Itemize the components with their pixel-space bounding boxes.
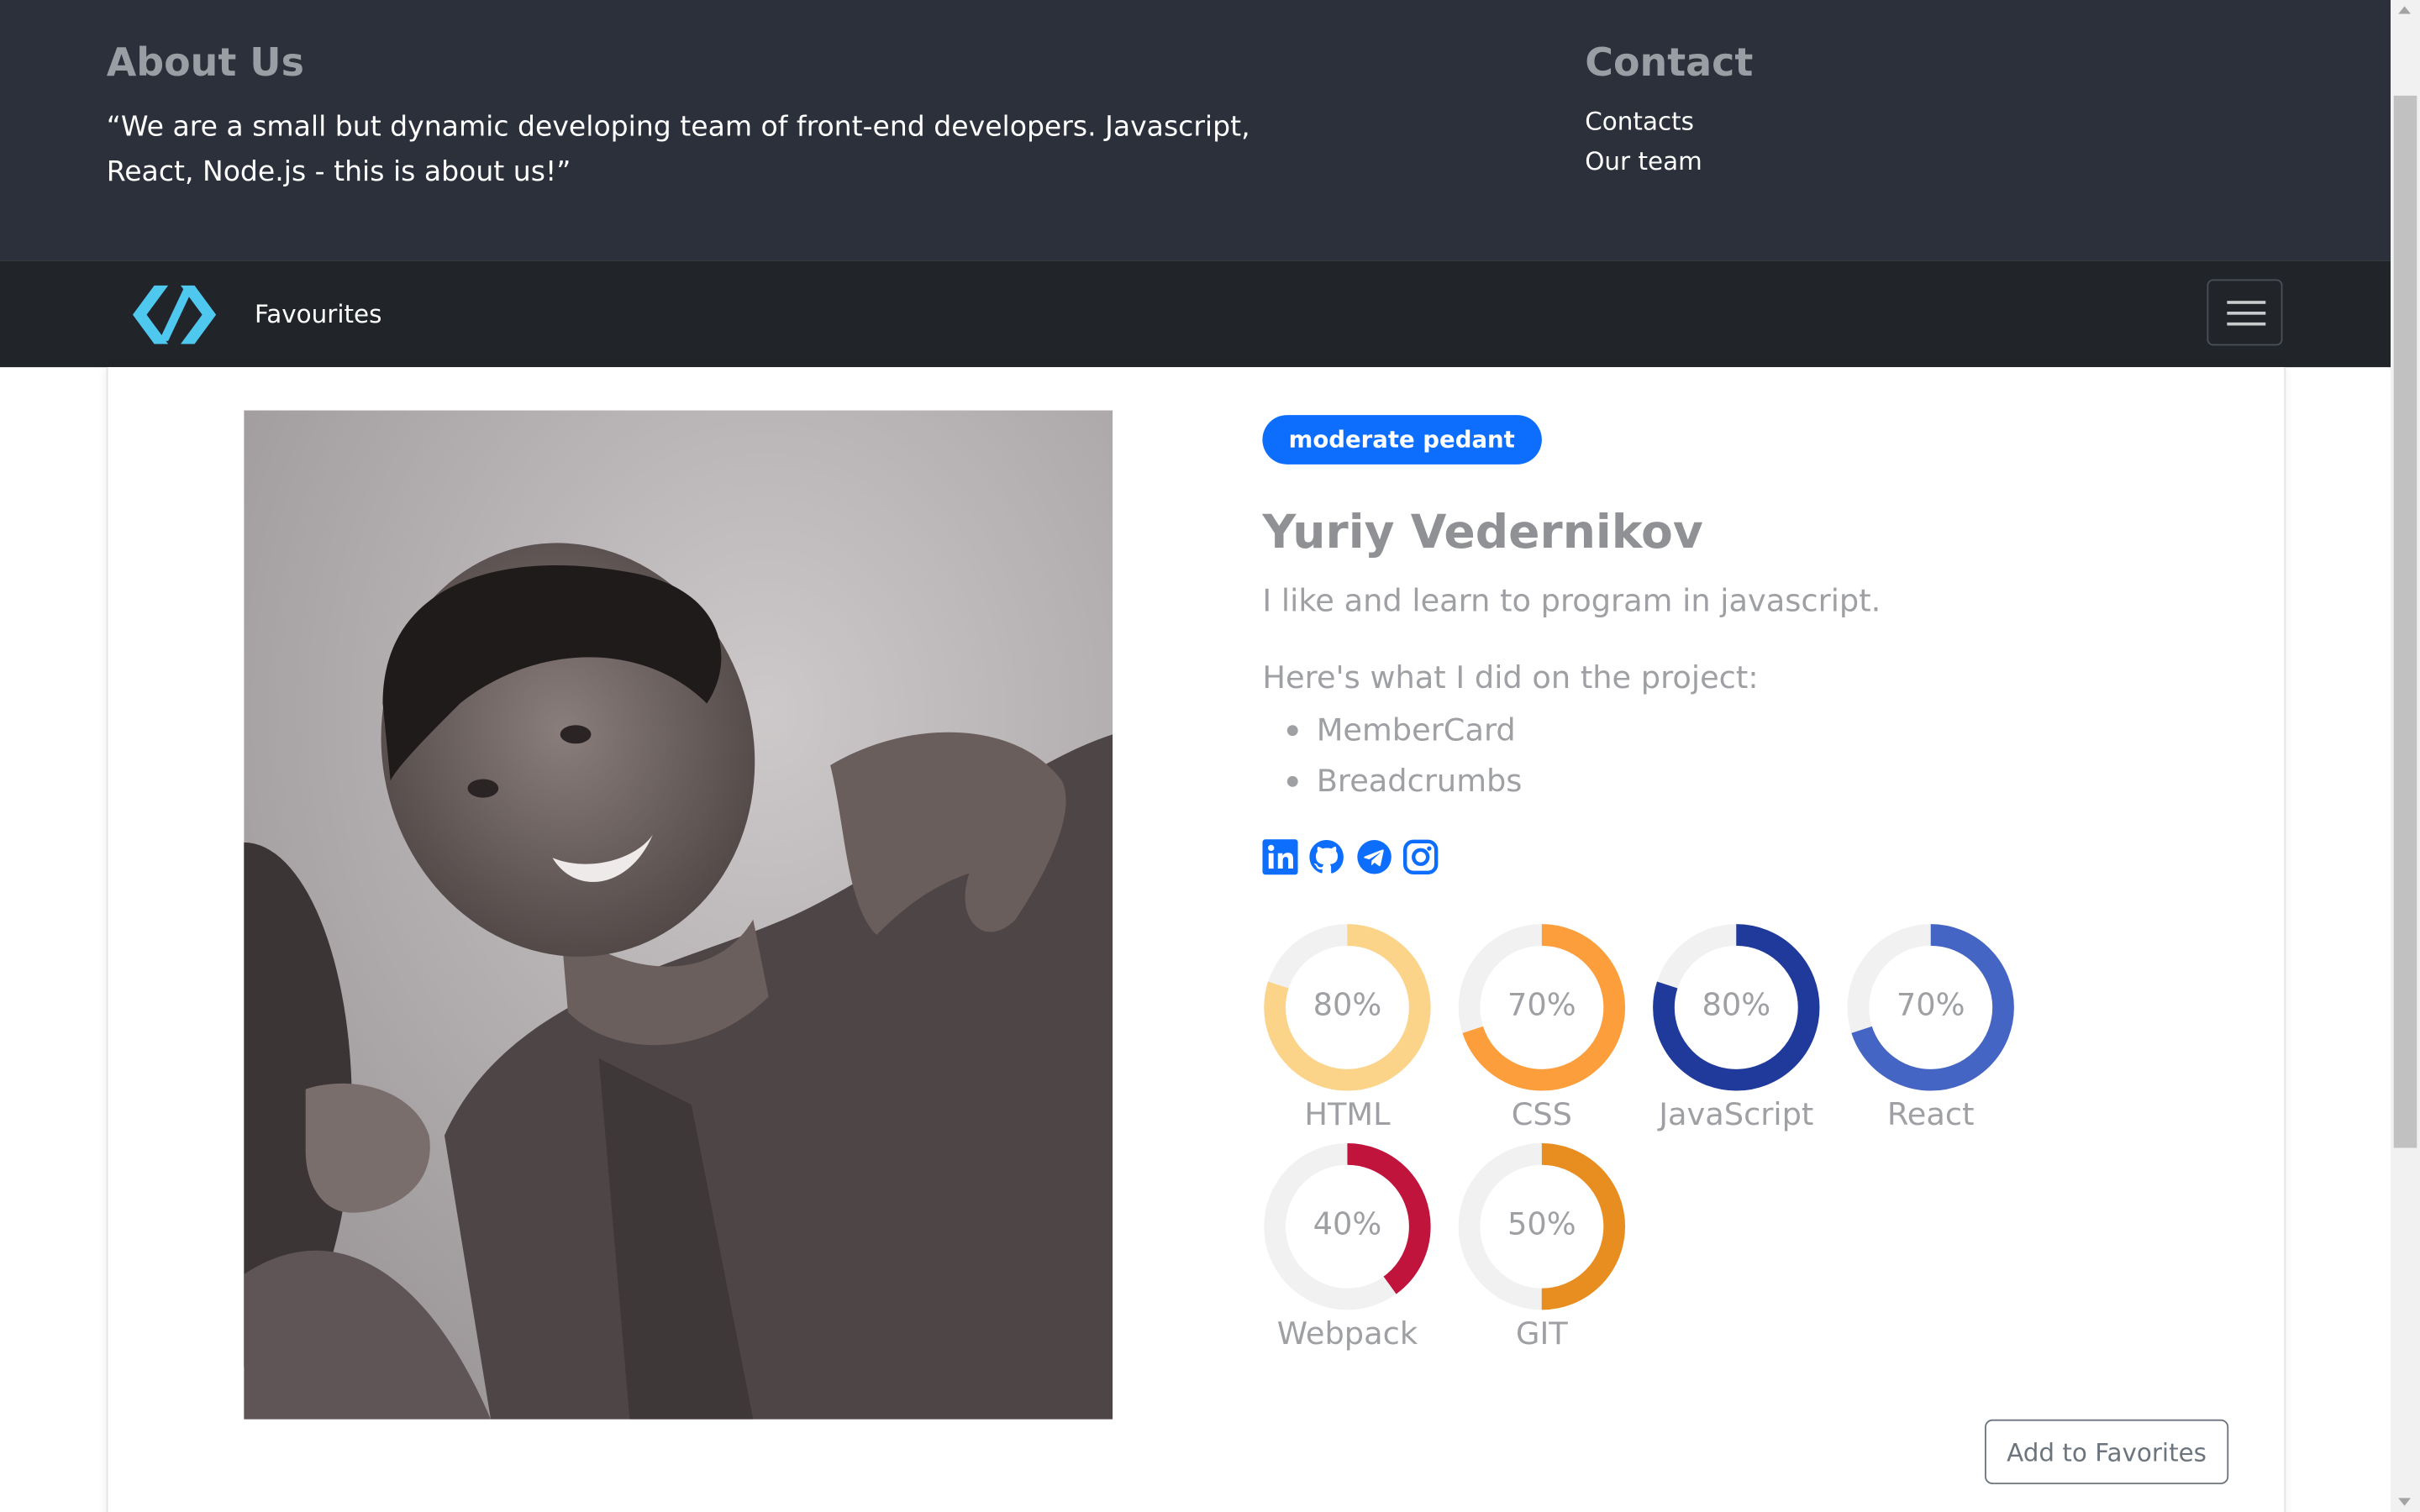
skill-label: JavaScript	[1659, 1095, 1814, 1133]
list-item: MemberCard	[1262, 706, 1522, 758]
scroll-up-arrow-icon[interactable]	[2398, 6, 2411, 14]
skill-percent: 70%	[1507, 985, 1576, 1023]
navbar-toggler-button[interactable]	[2207, 279, 2283, 346]
skill-webpack: 40% Webpack	[1247, 1142, 1448, 1357]
favourites-nav-link[interactable]: Favourites	[255, 299, 381, 328]
skill-percent: 70%	[1896, 985, 1965, 1023]
scroll-down-arrow-icon[interactable]	[2398, 1498, 2411, 1506]
project-list: MemberCard Breadcrumbs	[1262, 706, 1522, 808]
skill-label: HTML	[1304, 1095, 1391, 1133]
skill-react: 70% React	[1830, 922, 2031, 1138]
status-badge: moderate pedant	[1262, 415, 1542, 465]
skill-percent: 40%	[1313, 1205, 1382, 1242]
skill-label: React	[1886, 1095, 1975, 1133]
member-name: Yuriy Vedernikov	[1262, 506, 1703, 560]
our-team-link[interactable]: Our team	[1585, 146, 1702, 176]
scrollbar-thumb[interactable]	[2393, 95, 2417, 1148]
telegram-icon[interactable]	[1356, 839, 1392, 874]
skill-percent: 50%	[1507, 1205, 1576, 1242]
skill-html: 80% HTML	[1247, 922, 1448, 1138]
skill-label: Webpack	[1276, 1314, 1418, 1352]
github-icon[interactable]	[1309, 839, 1344, 874]
skill-percent: 80%	[1702, 985, 1771, 1023]
hamburger-icon	[2227, 301, 2266, 304]
list-item: Breadcrumbs	[1262, 758, 1522, 809]
about-title: About Us	[106, 39, 304, 86]
contacts-link[interactable]: Contacts	[1585, 107, 1694, 136]
page: About Us “We are a small but dynamic dev…	[0, 0, 2420, 1512]
about-text: “We are a small but dynamic developing t…	[106, 111, 1250, 189]
code-slash-logo-icon[interactable]	[132, 285, 217, 344]
project-intro: Here's what I did on the project:	[1262, 659, 1759, 696]
vertical-scrollbar[interactable]	[2391, 0, 2420, 1512]
instagram-icon[interactable]	[1403, 839, 1439, 874]
skill-git: 50% GIT	[1441, 1142, 1642, 1357]
member-tagline: I like and learn to program in javascrip…	[1262, 581, 1881, 619]
contact-title: Contact	[1585, 39, 1754, 86]
skill-css: 70% CSS	[1441, 922, 1642, 1138]
member-photo	[244, 410, 1113, 1420]
skill-label: CSS	[1511, 1095, 1572, 1133]
add-to-favorites-button[interactable]: Add to Favorites	[1984, 1419, 2229, 1484]
linkedin-icon[interactable]	[1262, 839, 1298, 875]
skill-javascript: 80% JavaScript	[1636, 922, 1837, 1138]
skill-label: GIT	[1515, 1314, 1568, 1352]
skill-percent: 80%	[1313, 985, 1382, 1023]
